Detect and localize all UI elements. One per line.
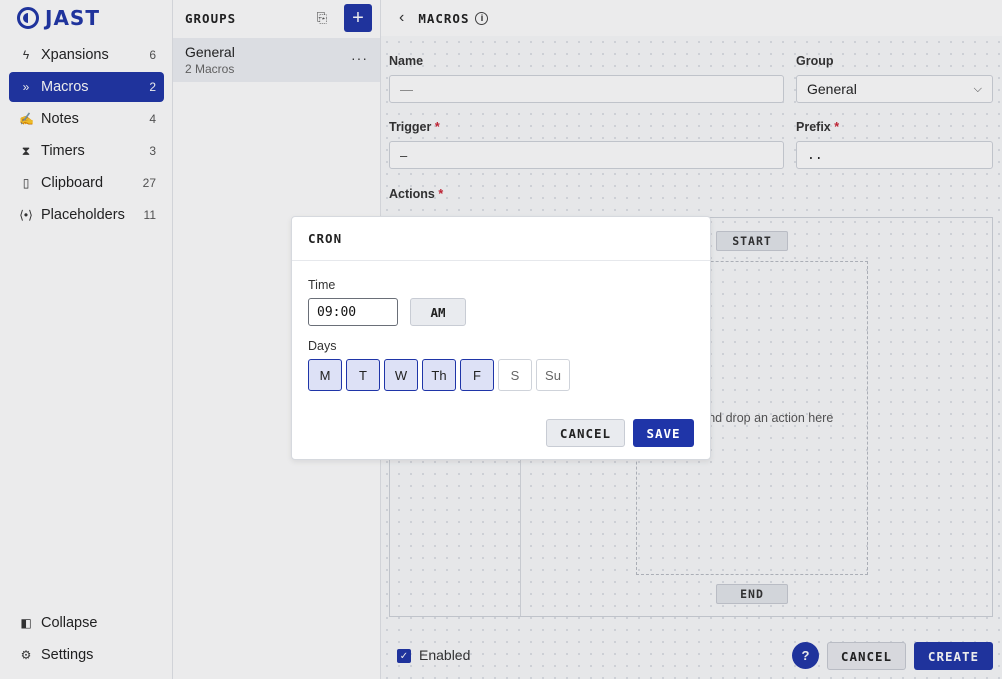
day-tuesday[interactable]: T xyxy=(346,359,380,391)
day-monday[interactable]: M xyxy=(308,359,342,391)
day-sunday[interactable]: Su xyxy=(536,359,570,391)
day-thursday[interactable]: Th xyxy=(422,359,456,391)
dialog-save-button[interactable]: SAVE xyxy=(633,419,694,447)
ampm-toggle[interactable]: AM xyxy=(410,298,466,326)
days-label: Days xyxy=(308,339,337,353)
dialog-title: CRON xyxy=(308,231,343,246)
day-saturday[interactable]: S xyxy=(498,359,532,391)
days-selector: M T W Th F S Su xyxy=(308,359,570,391)
dialog-cancel-button[interactable]: CANCEL xyxy=(546,419,625,447)
time-input[interactable]: 09:00 xyxy=(308,298,398,326)
time-label: Time xyxy=(308,278,336,292)
dialog-header: CRON xyxy=(292,217,710,261)
day-friday[interactable]: F xyxy=(460,359,494,391)
day-wednesday[interactable]: W xyxy=(384,359,418,391)
cron-dialog: CRON Time 09:00 AM Days M T W Th F S Su … xyxy=(291,216,711,460)
